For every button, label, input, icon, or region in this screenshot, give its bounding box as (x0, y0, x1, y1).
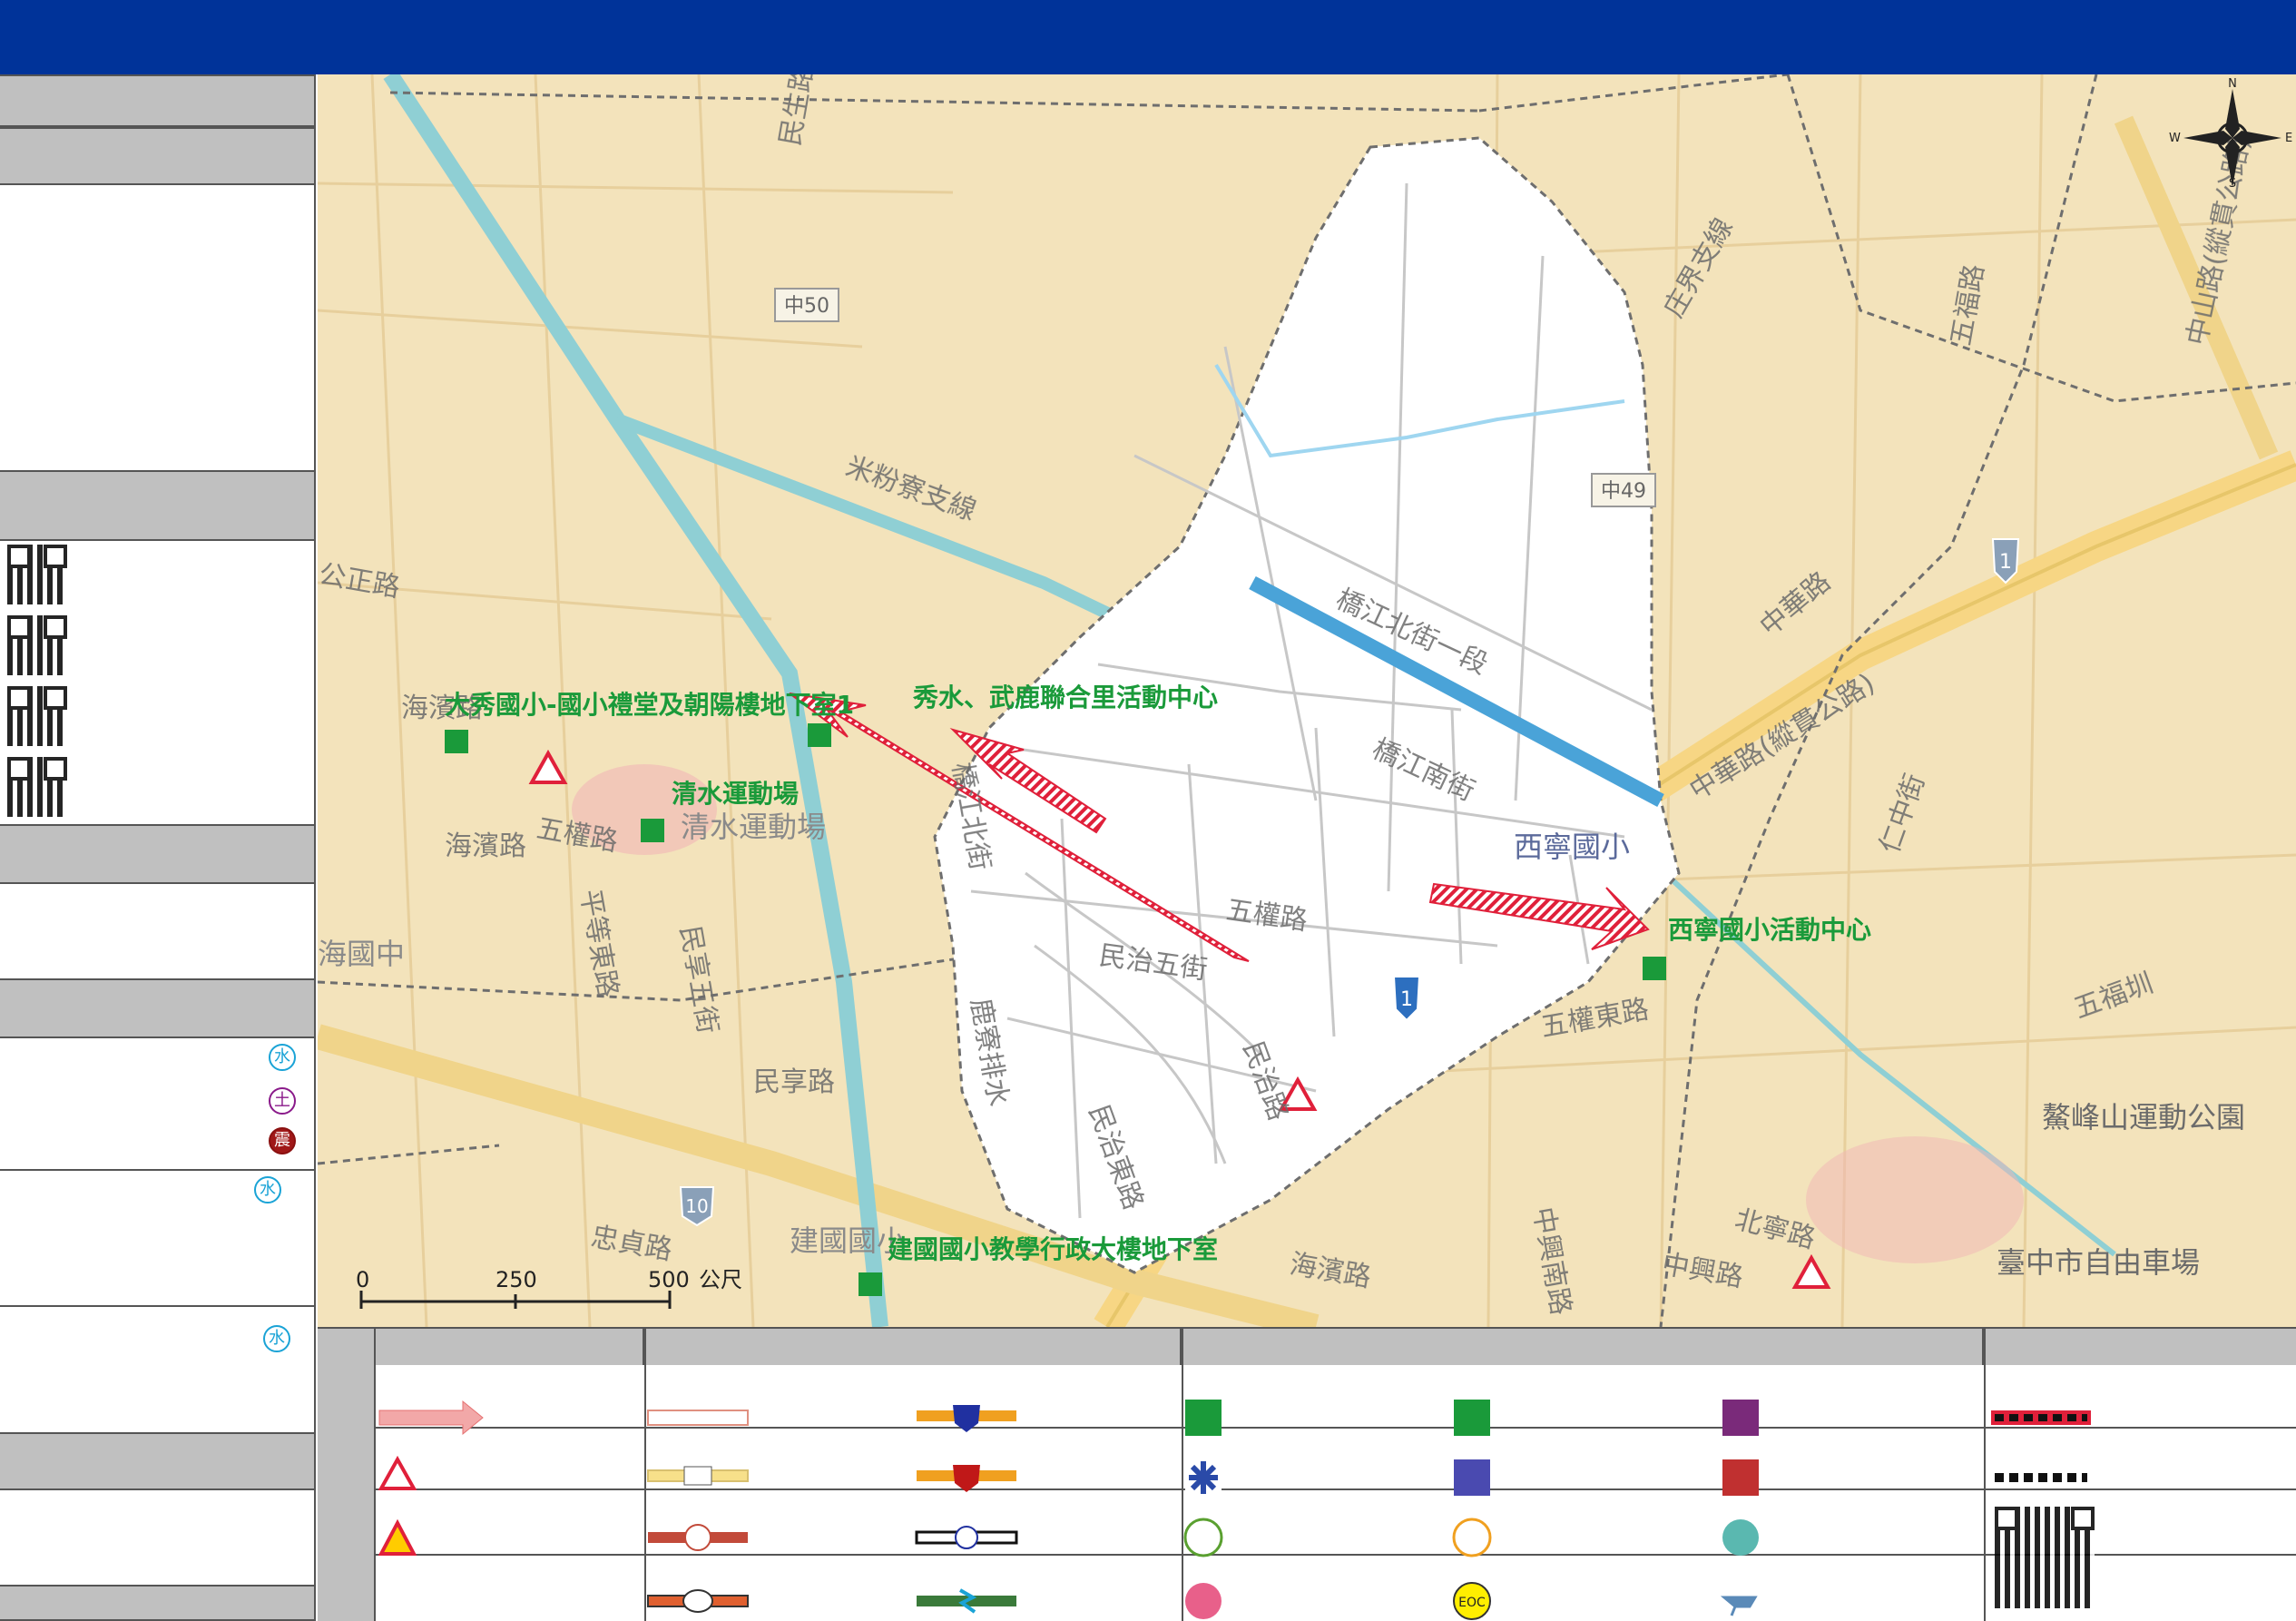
sidebar-header-2 (0, 127, 314, 185)
shelter-icon[interactable] (445, 730, 468, 753)
compass-south: S (2229, 177, 2236, 191)
compass-west: W (2169, 132, 2181, 145)
community-center-icon (1722, 1400, 1759, 1436)
legend-col-3 (915, 1405, 1018, 1614)
sidebar-divider (0, 1305, 314, 1307)
road-symbol (647, 1410, 749, 1426)
legend-header-3 (1182, 1329, 1984, 1365)
qr-code[interactable] (7, 757, 67, 817)
sidebar-header-5 (0, 1432, 314, 1490)
compass-north: N (2228, 77, 2237, 91)
shelter-label: 建國國小教學行政大樓地下室 (888, 1234, 1218, 1264)
sports-shelter-icon[interactable] (641, 819, 664, 842)
earthquake-hazard-icon: 震 (269, 1127, 296, 1154)
shield-label: 1 (1999, 551, 2012, 574)
landslide-hazard-icon: 土 (269, 1087, 296, 1115)
sidebar-panel: 水 土 震 水 水 (0, 74, 316, 1621)
sidebar-header-3 (0, 824, 314, 884)
legend-col-2 (647, 1410, 749, 1613)
legend-header-2 (644, 1329, 1182, 1365)
freeway-shield-icon (953, 1465, 980, 1492)
scale-tick: 0 (356, 1267, 369, 1292)
compass-east: E (2285, 132, 2292, 145)
place-label: 清水運動場 (681, 810, 826, 844)
legend-panel: EOC (318, 1327, 2296, 1621)
rail-station-icon (955, 1526, 978, 1549)
sports-zone (1806, 1136, 2024, 1263)
police-icon (1454, 1459, 1490, 1496)
elderly-care-icon (1452, 1518, 1492, 1557)
medical-icon (1189, 1461, 1218, 1494)
shelter-label: 秀水、武鹿聯合里活動中心 (912, 683, 1218, 712)
childcare-icon (1185, 1583, 1222, 1619)
sidebar-header-1 (0, 74, 314, 127)
water-hazard-icon: 水 (254, 1176, 281, 1203)
legend-col-6 (1720, 1400, 1759, 1616)
legend-header-1 (376, 1329, 644, 1365)
sidebar-header-qr (0, 470, 314, 541)
legend-col-1 (378, 1400, 484, 1556)
map-svg: 1 1 10 中50 中49 橋江北街一段 橋江南街 五權路 民治五街 民治路 … (318, 74, 2296, 1327)
legend-side-header (318, 1329, 376, 1621)
place-label: 海國中 (318, 937, 405, 971)
scale-unit: 公尺 (699, 1267, 742, 1292)
scale-tick: 500 (648, 1267, 690, 1292)
legend-col-5: EOC (1452, 1400, 1492, 1620)
sidebar-header-4 (0, 978, 314, 1038)
legend-qr-code[interactable] (1995, 1507, 2095, 1608)
scale-tick: 250 (496, 1267, 537, 1292)
sports-shelter-icon (1185, 1400, 1222, 1436)
landslide-warning-icon (378, 1518, 417, 1556)
shelter-icon[interactable] (808, 723, 831, 747)
road-shield-symbol (683, 1466, 712, 1486)
place-label: 西寧國小 (1514, 830, 1630, 864)
qr-code[interactable] (7, 615, 67, 675)
place-label: 臺中市自由車場 (1997, 1245, 2200, 1280)
shelter-icon[interactable] (859, 1272, 882, 1296)
legend-col-4 (1183, 1400, 1223, 1619)
qr-code[interactable] (7, 686, 67, 746)
header-bar (0, 0, 2296, 74)
bus-shield-icon (682, 1589, 713, 1613)
qr-code[interactable] (7, 545, 67, 604)
road-label: 民享路 (753, 1066, 835, 1098)
map-canvas[interactable]: 1 1 10 中50 中49 橋江北街一段 橋江南街 五權路 民治五街 民治路 … (318, 74, 2296, 1327)
shelter-label: 大秀國小-國小禮堂及朝陽樓地下室1 (445, 690, 854, 720)
shelter-label: 清水運動場 (672, 779, 799, 809)
road-label: 海濱路 (445, 830, 526, 862)
shield-label: 1 (1400, 988, 1413, 1011)
water-hazard-icon: 水 (263, 1325, 290, 1352)
highway-shield-icon (953, 1405, 980, 1432)
shelter-icon (1454, 1400, 1490, 1436)
eoc-icon-label: EOC (1458, 1596, 1486, 1610)
shelter-label: 西寧國小活動中心 (1668, 915, 1871, 945)
evacuation-route-symbol (378, 1400, 484, 1436)
social-welfare-icon (1722, 1519, 1759, 1556)
sidebar-divider (0, 1169, 314, 1171)
shield-label: 中50 (784, 295, 829, 318)
water-hazard-icon: 水 (269, 1044, 296, 1071)
sidebar-header-6 (0, 1585, 314, 1621)
shield-label: 10 (685, 1195, 708, 1217)
helipad-icon (1720, 1596, 1758, 1616)
accessibility-icon (1183, 1518, 1223, 1557)
legend-header-4 (1984, 1329, 2296, 1365)
shield-label: 中49 (1601, 480, 1646, 503)
flood-warning-icon (378, 1455, 417, 1490)
place-label: 鰲峰山運動公園 (2042, 1100, 2245, 1135)
flower-shield-icon (684, 1524, 711, 1551)
fire-station-icon (1722, 1459, 1759, 1496)
shelter-icon[interactable] (1643, 957, 1666, 980)
